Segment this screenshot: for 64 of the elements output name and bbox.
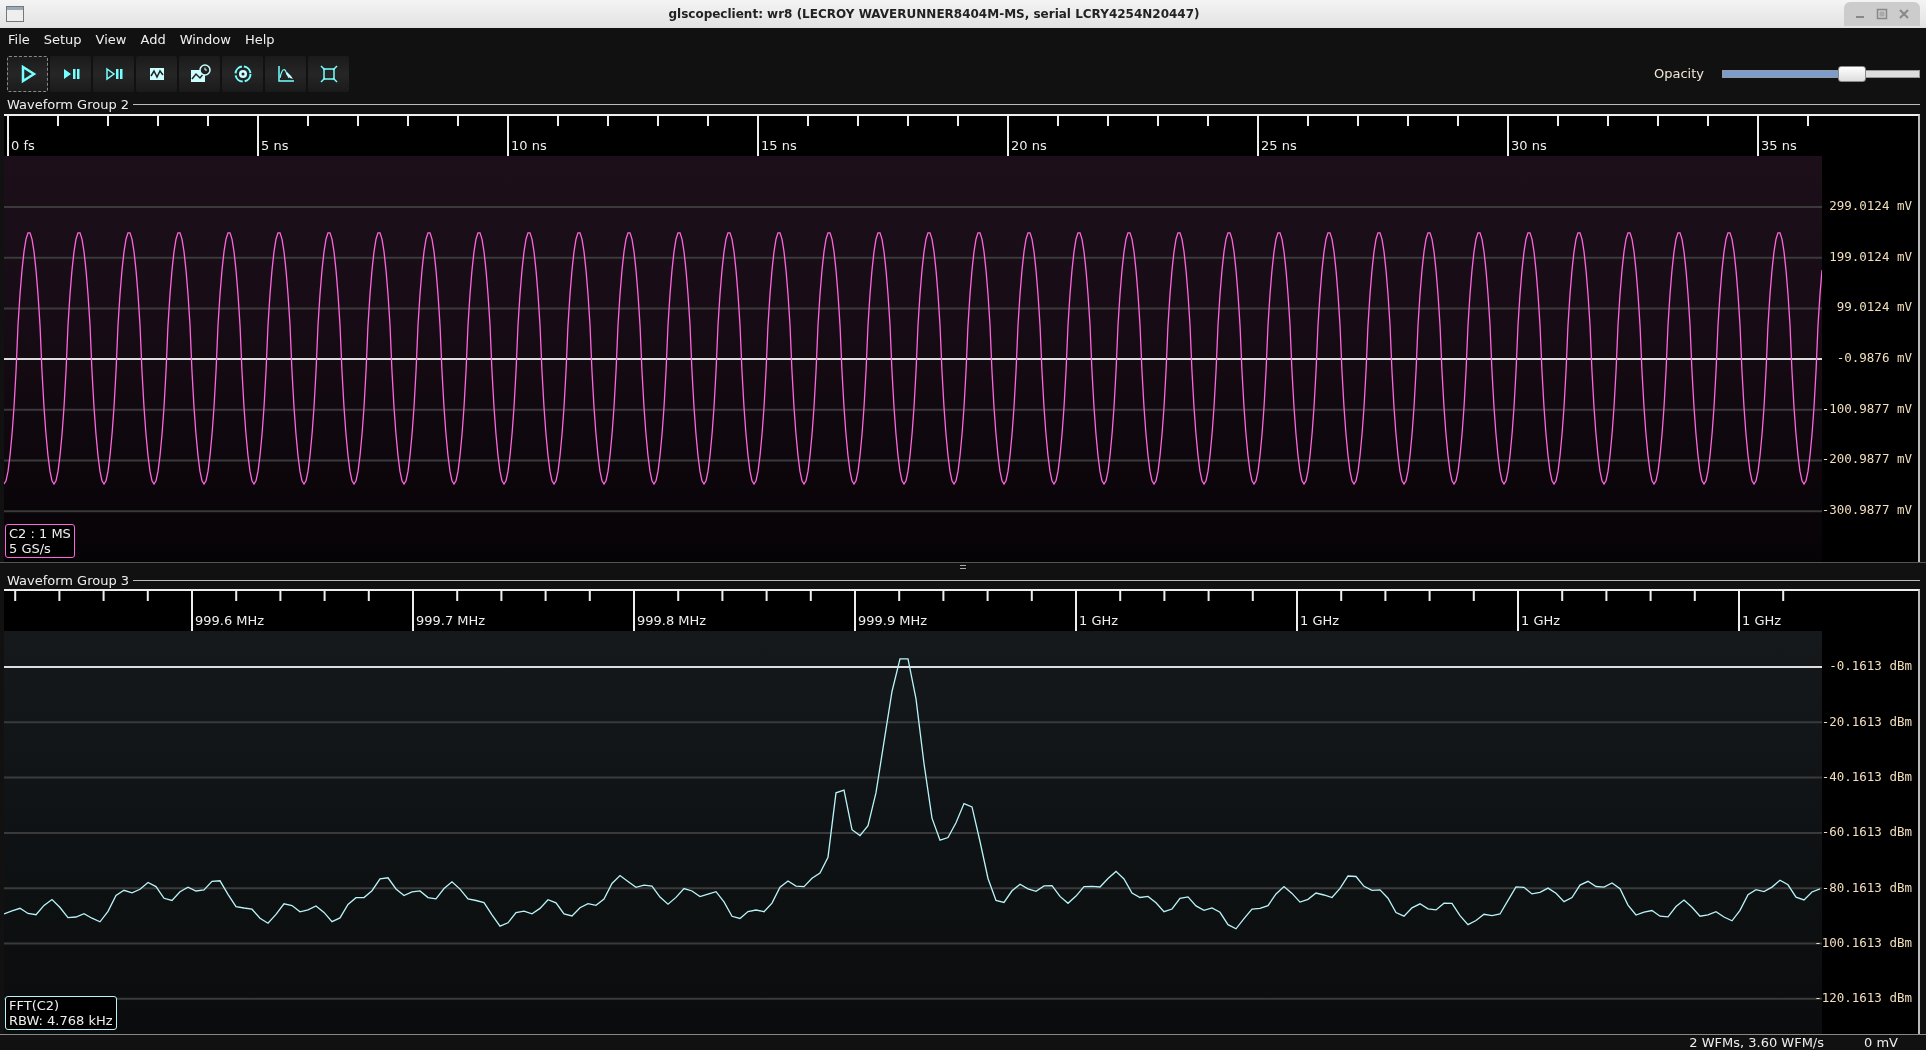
axis-label: -80.1613 dBm: [1821, 879, 1912, 895]
axis-label: -200.9877 mV: [1821, 451, 1912, 467]
toolbar-button[interactable]: [7, 55, 48, 92]
ruler-label: 25 ns: [1261, 137, 1297, 153]
ruler-label: 20 ns: [1011, 137, 1047, 153]
menu-item[interactable]: Window: [179, 32, 231, 48]
opacity-label: Opacity: [1654, 66, 1704, 82]
toolbar-button[interactable]: [136, 55, 177, 92]
ruler-label: 1 GHz: [1079, 613, 1119, 629]
ruler-label: 5 ns: [261, 137, 289, 153]
ruler-label: 999.9 MHz: [858, 613, 928, 629]
channel-label[interactable]: FFT(C2) RBW: 4.768 kHz: [5, 996, 117, 1031]
channel-label-text: FFT(C2): [9, 998, 61, 1014]
toolbar-button[interactable]: [265, 55, 306, 92]
channel-label-text: RBW: 4.768 kHz: [9, 1013, 113, 1029]
menu-item[interactable]: Help: [244, 32, 275, 48]
ruler-label: 999.7 MHz: [416, 613, 486, 629]
ruler-label: 0 fs: [11, 137, 35, 153]
toolbar-button[interactable]: [93, 55, 134, 92]
group-title: Waveform Group 3: [7, 572, 130, 588]
toolbar-button[interactable]: [222, 55, 263, 92]
chart-pen-icon: [275, 63, 296, 84]
menu-item[interactable]: View: [95, 32, 127, 48]
axis-label: -120.1613 dBm: [1814, 990, 1912, 1006]
status-text: 0 mV: [1864, 1035, 1898, 1050]
toolbar-button[interactable]: [50, 55, 91, 92]
ruler-label: 35 ns: [1761, 137, 1797, 153]
ruler-label: 999.8 MHz: [637, 613, 707, 629]
axis-label: -20.1613 dBm: [1821, 713, 1912, 729]
grip-icon: [960, 565, 966, 570]
axis-label: -60.1613 dBm: [1821, 824, 1912, 840]
axis-label: 99.0124 mV: [1836, 299, 1912, 315]
channel-label-text: 5 GS/s: [9, 541, 52, 557]
status-text: 2 WFMs, 3.60 WFM/s: [1689, 1035, 1825, 1050]
menu-item[interactable]: File: [8, 32, 30, 48]
axis-label: -100.1613 dBm: [1814, 934, 1912, 950]
axis-label: -0.9876 mV: [1836, 349, 1912, 365]
axis-label: -40.1613 dBm: [1821, 769, 1912, 784]
ruler-label: 1 GHz: [1521, 613, 1561, 629]
window-icon: [6, 6, 24, 22]
ruler-label: 999.6 MHz: [195, 613, 265, 629]
axis-label: -100.9877 mV: [1821, 400, 1912, 416]
toolbar-button[interactable]: [179, 55, 220, 92]
waveform-clock-icon: [188, 63, 211, 84]
axis-label: -300.9877 mV: [1821, 502, 1912, 518]
channel-label[interactable]: C2 : 1 MS 5 GS/s: [5, 524, 75, 559]
ruler-label: 15 ns: [761, 137, 797, 153]
slider-handle[interactable]: [1838, 65, 1867, 82]
channel-label-text: C2 : 1 MS: [9, 526, 71, 542]
ruler-label: 10 ns: [511, 137, 547, 153]
group-title: Waveform Group 2: [7, 97, 130, 113]
ruler-label: 30 ns: [1511, 137, 1547, 153]
gear-icon: [232, 63, 253, 84]
toolbar-button[interactable]: [308, 55, 349, 92]
ruler-label: 1 GHz: [1742, 613, 1782, 629]
axis-label: 199.0124 mV: [1829, 248, 1912, 264]
axis-label: -0.1613 dBm: [1829, 658, 1912, 674]
menu-item[interactable]: Setup: [43, 32, 82, 48]
window-title: glscopeclient: wr8 (LECROY WAVERUNNER8404M-MS, serial LCRY4254N20447): [667, 7, 1201, 21]
ruler-label: 1 GHz: [1300, 613, 1340, 629]
fullscreen-icon: [318, 63, 339, 84]
menu-item[interactable]: Add: [140, 32, 166, 48]
axis-label: 299.0124 mV: [1829, 197, 1912, 213]
splitter-bar[interactable]: [0, 562, 1926, 572]
